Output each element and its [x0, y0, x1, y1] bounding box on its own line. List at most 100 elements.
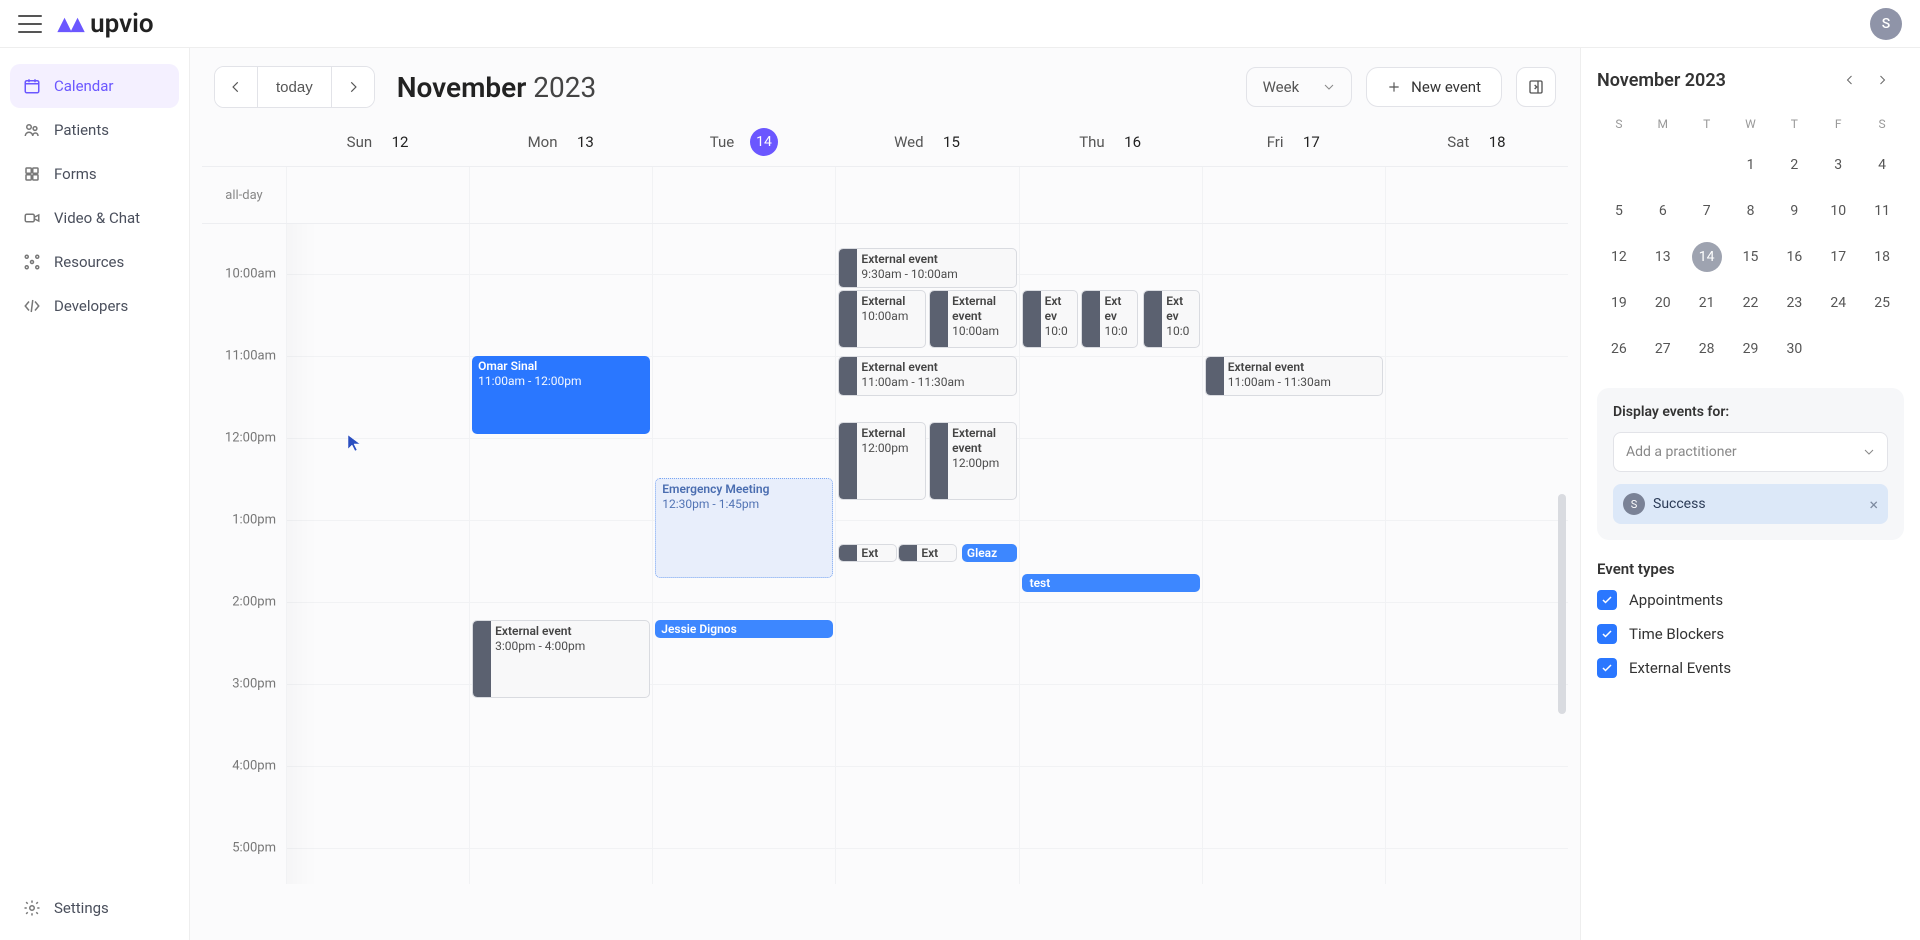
mini-day[interactable]: 4 — [1860, 142, 1904, 188]
event-wed-12a[interactable]: External12:00pm — [838, 422, 925, 500]
right-panel: November 2023 SMTWTFS1234567891011121314… — [1580, 48, 1920, 940]
sidebar-item-settings[interactable]: Settings — [10, 886, 179, 930]
mini-day[interactable]: 5 — [1597, 188, 1641, 234]
gear-icon — [22, 898, 42, 918]
sidebar-item-label: Settings — [54, 899, 109, 917]
mini-day[interactable]: 30 — [1772, 326, 1816, 372]
chip-remove-button[interactable]: × — [1869, 495, 1878, 514]
practitioner-chip[interactable]: S Success × — [1613, 484, 1888, 524]
mini-day[interactable]: 2 — [1772, 142, 1816, 188]
allday-label: all-day — [202, 167, 286, 223]
checkbox[interactable] — [1597, 624, 1617, 644]
mini-day[interactable]: 6 — [1641, 188, 1685, 234]
day-col-fri[interactable]: External event11:00am - 11:30am — [1202, 224, 1385, 884]
event-type-row[interactable]: Time Blockers — [1597, 624, 1904, 644]
user-avatar[interactable]: S — [1870, 8, 1902, 40]
mini-day[interactable]: 13 — [1641, 234, 1685, 280]
event-wed-ext2[interactable]: Ext — [898, 544, 956, 562]
day-header-tue[interactable]: Tue 14 — [652, 118, 835, 166]
sidebar-item-label: Forms — [54, 165, 97, 183]
mini-day[interactable]: 9 — [1772, 188, 1816, 234]
mini-day[interactable]: 19 — [1597, 280, 1641, 326]
mini-day[interactable]: 24 — [1816, 280, 1860, 326]
mini-day[interactable]: 10 — [1816, 188, 1860, 234]
mini-day[interactable]: 26 — [1597, 326, 1641, 372]
mini-day[interactable]: 28 — [1685, 326, 1729, 372]
day-header-sun[interactable]: Sun 12 — [286, 118, 469, 166]
sidebar-item-label: Calendar — [54, 77, 114, 95]
mini-day[interactable]: 23 — [1772, 280, 1816, 326]
event-type-row[interactable]: External Events — [1597, 658, 1904, 678]
day-col-sun[interactable] — [286, 224, 469, 884]
day-col-tue[interactable]: Emergency Meeting 12:30pm - 1:45pm Jessi… — [652, 224, 835, 884]
day-col-mon[interactable]: Omar Sinal 11:00am - 12:00pm External ev… — [469, 224, 652, 884]
mini-calendar[interactable]: SMTWTFS123456789101112131415161718192021… — [1597, 106, 1904, 372]
mini-day[interactable]: 8 — [1729, 188, 1773, 234]
mini-day[interactable]: 16 — [1772, 234, 1816, 280]
day-header-fri[interactable]: Fri 17 — [1202, 118, 1385, 166]
event-wed-12b[interactable]: External event12:00pm — [929, 422, 1016, 500]
today-button[interactable]: today — [257, 67, 332, 107]
prev-period-button[interactable] — [215, 67, 257, 107]
view-select[interactable]: Week — [1246, 67, 1353, 107]
day-header-thu[interactable]: Thu 16 — [1019, 118, 1202, 166]
mini-day[interactable]: 1 — [1729, 142, 1773, 188]
mini-day[interactable]: 20 — [1641, 280, 1685, 326]
mini-day[interactable]: 18 — [1860, 234, 1904, 280]
event-fri-11[interactable]: External event11:00am - 11:30am — [1205, 356, 1383, 396]
event-thu-10a[interactable]: Ext ev10:0 — [1022, 290, 1078, 348]
mini-prev-button[interactable] — [1844, 66, 1872, 94]
filter-title: Display events for: — [1613, 404, 1888, 420]
mini-day[interactable]: 29 — [1729, 326, 1773, 372]
checkbox[interactable] — [1597, 658, 1617, 678]
mini-next-button[interactable] — [1876, 66, 1904, 94]
event-jessie-dignos[interactable]: Jessie Dignos — [655, 620, 833, 638]
mini-day[interactable]: 3 — [1816, 142, 1860, 188]
sidebar-item-patients[interactable]: Patients — [10, 108, 179, 152]
event-external-mon[interactable]: External event 3:00pm - 4:00pm — [472, 620, 650, 698]
mini-day[interactable]: 15 — [1729, 234, 1773, 280]
day-col-thu[interactable]: Ext ev10:0 Ext ev10:0 Ext ev10:0 test — [1019, 224, 1202, 884]
sidebar-item-forms[interactable]: Forms — [10, 152, 179, 196]
event-thu-10b[interactable]: Ext ev10:0 — [1081, 290, 1137, 348]
mini-day[interactable]: 25 — [1860, 280, 1904, 326]
event-wed-11[interactable]: External event11:00am - 11:30am — [838, 356, 1016, 396]
mini-day[interactable]: 22 — [1729, 280, 1773, 326]
event-thu-test[interactable]: test — [1022, 574, 1200, 592]
event-wed-ext1[interactable]: Ext — [838, 544, 896, 562]
scrollbar[interactable] — [1558, 494, 1566, 714]
event-wed-930[interactable]: External event9:30am - 10:00am — [838, 248, 1016, 288]
mini-day[interactable]: 12 — [1597, 234, 1641, 280]
new-event-button[interactable]: New event — [1366, 67, 1502, 107]
day-col-sat[interactable] — [1385, 224, 1568, 884]
mini-day[interactable]: 14 — [1685, 234, 1729, 280]
event-emergency-meeting[interactable]: Emergency Meeting 12:30pm - 1:45pm — [655, 478, 833, 578]
event-wed-10a[interactable]: External10:00am — [838, 290, 925, 348]
event-wed-10b[interactable]: External event10:00am — [929, 290, 1016, 348]
event-wed-gleaz[interactable]: Gleaz — [962, 544, 1017, 562]
sidebar-item-calendar[interactable]: Calendar — [10, 64, 179, 108]
practitioner-select[interactable]: Add a practitioner — [1613, 432, 1888, 472]
sidebar-item-label: Video & Chat — [54, 209, 140, 227]
checkbox[interactable] — [1597, 590, 1617, 610]
brand-logo[interactable]: ▴▴ upvio — [58, 9, 154, 39]
mini-day[interactable]: 7 — [1685, 188, 1729, 234]
mini-day[interactable]: 27 — [1641, 326, 1685, 372]
next-period-button[interactable] — [332, 67, 374, 107]
day-header-sat[interactable]: Sat 18 — [1385, 118, 1568, 166]
mini-day[interactable]: 11 — [1860, 188, 1904, 234]
sidebar-item-video-chat[interactable]: Video & Chat — [10, 196, 179, 240]
chip-name: Success — [1653, 496, 1861, 512]
event-type-row[interactable]: Appointments — [1597, 590, 1904, 610]
menu-toggle[interactable] — [18, 15, 42, 33]
mini-day[interactable]: 21 — [1685, 280, 1729, 326]
collapse-panel-button[interactable] — [1516, 67, 1556, 107]
event-omar-sinal[interactable]: Omar Sinal 11:00am - 12:00pm — [472, 356, 650, 434]
event-thu-10c[interactable]: Ext ev10:0 — [1143, 290, 1199, 348]
day-header-mon[interactable]: Mon 13 — [469, 118, 652, 166]
day-col-wed[interactable]: External event9:30am - 10:00am External1… — [835, 224, 1018, 884]
day-header-wed[interactable]: Wed 15 — [835, 118, 1018, 166]
sidebar-item-resources[interactable]: Resources — [10, 240, 179, 284]
sidebar-item-developers[interactable]: Developers — [10, 284, 179, 328]
mini-day[interactable]: 17 — [1816, 234, 1860, 280]
